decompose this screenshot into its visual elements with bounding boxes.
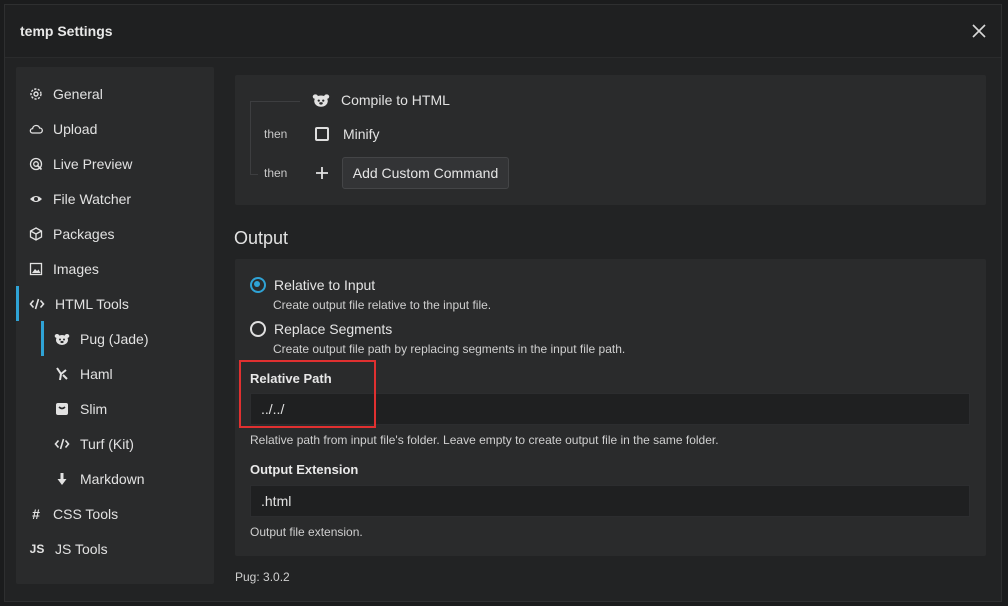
eye-icon bbox=[29, 192, 43, 206]
settings-sidebar: General Upload Live Preview File Watcher… bbox=[16, 67, 214, 584]
compile-label: Compile to HTML bbox=[341, 92, 450, 108]
sidebar-item-label: Pug (Jade) bbox=[80, 330, 149, 347]
output-panel: Relative to Input Create output file rel… bbox=[235, 259, 986, 556]
replace-segments-label: Replace Segments bbox=[274, 321, 393, 337]
relative-to-input-option[interactable]: Relative to Input bbox=[250, 277, 375, 293]
package-icon bbox=[29, 226, 43, 241]
sidebar-item-markdown[interactable]: Markdown bbox=[16, 461, 252, 496]
sidebar-item-label: Markdown bbox=[80, 470, 145, 487]
sidebar-item-upload[interactable]: Upload bbox=[16, 111, 227, 146]
haml-icon bbox=[54, 366, 70, 381]
arrow-down-icon bbox=[54, 472, 70, 486]
sidebar-item-js-tools[interactable]: JS JS Tools bbox=[16, 531, 227, 566]
minify-command[interactable]: Minify bbox=[315, 126, 380, 142]
add-custom-command-button[interactable]: Add Custom Command bbox=[342, 157, 509, 189]
output-extension-label: Output Extension bbox=[250, 462, 359, 477]
live-preview-icon bbox=[29, 157, 43, 171]
then-label: then bbox=[264, 127, 288, 141]
sidebar-item-label: HTML Tools bbox=[55, 295, 129, 312]
dialog-title: temp Settings bbox=[20, 23, 113, 39]
title-bar: temp Settings bbox=[5, 5, 1001, 58]
sidebar-item-label: General bbox=[53, 85, 103, 102]
sidebar-item-haml[interactable]: Haml bbox=[16, 356, 252, 391]
sidebar-item-label: Slim bbox=[80, 400, 108, 417]
plus-icon[interactable] bbox=[314, 165, 330, 181]
sidebar-item-slim[interactable]: Slim bbox=[16, 391, 252, 426]
relative-path-label: Relative Path bbox=[250, 371, 332, 386]
sidebar-item-label: Images bbox=[53, 260, 99, 277]
output-section-title: Output bbox=[234, 228, 289, 248]
sidebar-item-file-watcher[interactable]: File Watcher bbox=[16, 181, 227, 216]
close-icon[interactable] bbox=[967, 19, 991, 43]
cloud-icon bbox=[29, 122, 43, 136]
replace-segments-desc: Create output file path by replacing seg… bbox=[273, 342, 626, 356]
sidebar-item-label: Packages bbox=[53, 225, 115, 242]
sidebar-item-html-tools[interactable]: HTML Tools bbox=[16, 286, 227, 321]
compile-command[interactable]: Compile to HTML bbox=[312, 92, 450, 108]
sidebar-item-label: Upload bbox=[53, 120, 98, 137]
code-icon bbox=[54, 437, 70, 451]
code-icon bbox=[29, 297, 45, 311]
output-extension-desc: Output file extension. bbox=[250, 525, 363, 539]
replace-segments-option[interactable]: Replace Segments bbox=[250, 321, 392, 337]
sidebar-item-turf[interactable]: Turf (Kit) bbox=[16, 426, 252, 461]
sidebar-item-live-preview[interactable]: Live Preview bbox=[16, 146, 227, 181]
pug-icon bbox=[312, 92, 330, 108]
command-chain-panel: Compile to HTML then Minify then Add Cus… bbox=[235, 75, 986, 205]
hash-icon: # bbox=[32, 505, 40, 522]
tree-line bbox=[250, 101, 300, 102]
slim-icon bbox=[54, 402, 70, 416]
sidebar-item-css-tools[interactable]: # CSS Tools bbox=[16, 496, 227, 531]
sidebar-item-label: JS Tools bbox=[55, 540, 108, 557]
sidebar-item-pug[interactable]: Pug (Jade) bbox=[16, 321, 252, 356]
js-icon: JS bbox=[29, 541, 45, 556]
tree-line bbox=[250, 101, 251, 174]
relative-to-input-desc: Create output file relative to the input… bbox=[273, 298, 492, 312]
sidebar-item-packages[interactable]: Packages bbox=[16, 216, 227, 251]
minify-label: Minify bbox=[343, 126, 380, 142]
sidebar-item-label: CSS Tools bbox=[53, 505, 119, 522]
relative-path-input[interactable] bbox=[250, 393, 970, 425]
tree-line bbox=[250, 174, 258, 175]
radio-selected[interactable] bbox=[250, 277, 266, 293]
image-icon bbox=[29, 262, 43, 276]
version-text: Pug: 3.0.2 bbox=[235, 570, 290, 584]
output-extension-input[interactable] bbox=[250, 485, 970, 517]
relative-path-desc: Relative path from input file's folder. … bbox=[250, 433, 719, 447]
sidebar-item-general[interactable]: General bbox=[16, 76, 227, 111]
radio-unselected[interactable] bbox=[250, 321, 266, 337]
sidebar-item-label: Haml bbox=[80, 365, 113, 382]
sidebar-item-label: File Watcher bbox=[53, 190, 132, 207]
sidebar-item-images[interactable]: Images bbox=[16, 251, 227, 286]
relative-to-input-label: Relative to Input bbox=[274, 277, 376, 293]
then-label: then bbox=[264, 166, 288, 180]
gear-icon bbox=[29, 87, 43, 101]
pug-icon bbox=[54, 332, 70, 346]
minify-checkbox[interactable] bbox=[315, 127, 329, 141]
sidebar-item-label: Turf (Kit) bbox=[80, 435, 134, 452]
sidebar-item-label: Live Preview bbox=[53, 155, 133, 172]
